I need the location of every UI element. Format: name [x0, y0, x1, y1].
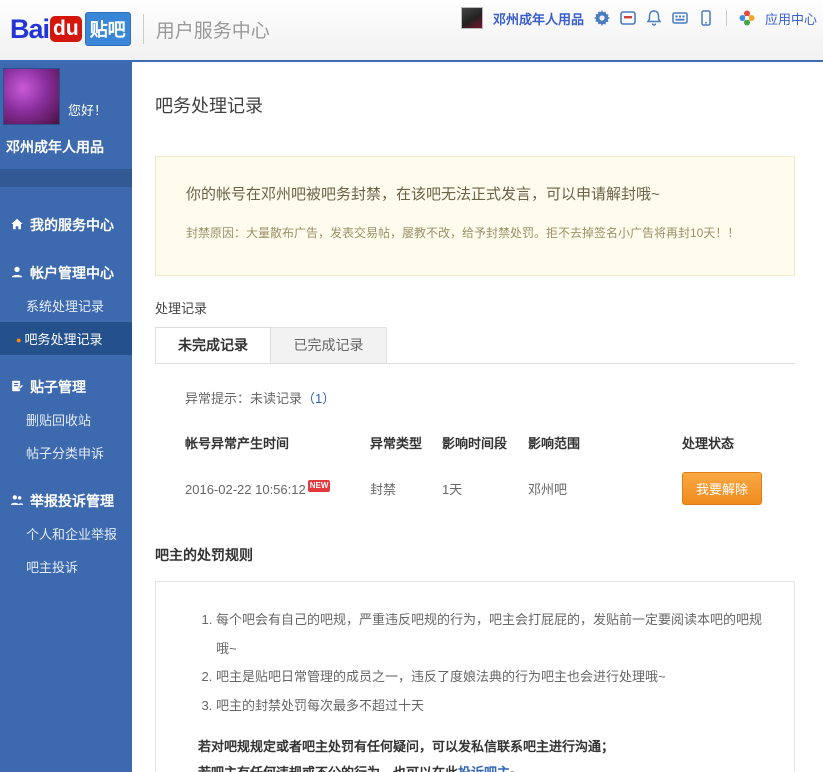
- report-icon: [10, 493, 24, 510]
- safe-icon[interactable]: [620, 10, 636, 26]
- sidebar-item-personal-enterprise-report[interactable]: 个人和企业举报: [0, 517, 132, 550]
- col-header-scope: 影响范围: [528, 436, 581, 451]
- unread-hint: 异常提示：未读记录（1）: [185, 388, 795, 407]
- ban-notice-detail: 封禁原因：大量散布广告，发表交易帖，屡教不改，给予封禁处罚。拒不去掉签名小广告将…: [186, 226, 740, 240]
- nav-group-posts: 贴子管理 删贴回收站 帖子分类申诉: [0, 371, 132, 469]
- record-time-cell: 2016-02-22 10:56:12 NEW: [185, 480, 370, 497]
- tieba-logo-badge: 贴吧: [84, 12, 131, 46]
- active-item-dot-icon: [16, 332, 21, 347]
- sidebar-item-report-management[interactable]: 举报投诉管理: [0, 485, 132, 517]
- rule-item: 每个吧会有自己的吧规，严重违反吧规的行为，吧主会打屁屁的，发贴前一定要阅读本吧的…: [216, 606, 768, 663]
- header-username-link[interactable]: 邓州成年人用品: [493, 9, 584, 28]
- logo-bai: Bai: [10, 13, 50, 44]
- greeting-text: 您好！: [68, 103, 108, 118]
- home-icon: [10, 217, 24, 234]
- unban-request-button[interactable]: 我要解除: [682, 472, 763, 505]
- tab-unfinished-records[interactable]: 未完成记录: [155, 327, 271, 363]
- gear-icon[interactable]: [593, 10, 610, 26]
- col-header-duration: 影响时间段: [442, 436, 508, 451]
- rule-item: 吧主的封禁处罚每次最多不超过十天: [216, 692, 768, 721]
- records-tabs: 未完成记录 已完成记录: [155, 327, 795, 364]
- unread-hint-label: 异常提示：未读记录: [185, 391, 303, 406]
- app-center-icon[interactable]: [739, 10, 755, 26]
- sidebar-item-deleted-post-recycle[interactable]: 删贴回收站: [0, 403, 132, 436]
- sidebar-item-post-category-appeal[interactable]: 帖子分类申诉: [0, 436, 132, 469]
- app-center-link[interactable]: 应用中心: [765, 9, 817, 28]
- keyboard-icon[interactable]: [672, 10, 688, 26]
- user-icon: [10, 265, 24, 282]
- rules-list: 每个吧会有自己的吧规，严重违反吧规的行为，吧主会打屁屁的，发贴前一定要阅读本吧的…: [170, 606, 768, 720]
- record-type-cell: 封禁: [370, 482, 397, 497]
- sidebar-item-post-management[interactable]: 贴子管理: [0, 371, 132, 403]
- sidebar-username: 邓州成年人用品: [6, 139, 104, 155]
- tab-finished-records[interactable]: 已完成记录: [271, 327, 387, 363]
- col-header-status: 处理状态: [682, 436, 735, 451]
- main-content: 吧务处理记录 你的帐号在邓州吧被吧务封禁，在该吧无法正式发言，可以申请解封哦~ …: [132, 62, 823, 772]
- new-badge: NEW: [307, 480, 331, 492]
- ban-notice-title: 你的帐号在邓州吧被吧务封禁，在该吧无法正式发言，可以申请解封哦~: [186, 186, 660, 203]
- ban-notice-box: 你的帐号在邓州吧被吧务封禁，在该吧无法正式发言，可以申请解封哦~ 封禁原因：大量…: [155, 156, 795, 276]
- rules-note-2-suffix: ~: [510, 765, 518, 772]
- sidebar-item-system-records[interactable]: 系统处理记录: [0, 289, 132, 322]
- profile-block: 您好！: [0, 62, 132, 125]
- post-icon: [10, 379, 24, 396]
- nav-label: 我的服务中心: [30, 217, 114, 233]
- nav-group-report: 举报投诉管理 个人和企业举报 吧主投诉: [0, 485, 132, 583]
- sidebar-nav: 我的服务中心 帐户管理中心 系统处理记录 吧务处理记录 贴子管理 删贴回收站 帖…: [0, 187, 132, 583]
- logo-divider: [142, 14, 144, 44]
- nav-label: 吧务处理记录: [24, 332, 103, 347]
- header-avatar[interactable]: [460, 7, 483, 29]
- record-time: 2016-02-22 10:56:12: [185, 482, 306, 497]
- nav-group-service-center: 我的服务中心: [0, 209, 132, 241]
- page-title: 吧务处理记录: [155, 96, 263, 116]
- records-panel: 异常提示：未读记录（1） 帐号异常产生时间 异常类型 影响时间段 影响范围 处理…: [155, 364, 795, 531]
- record-duration-cell: 1天: [442, 482, 463, 497]
- logo[interactable]: Bai du 贴吧 用户服务中心: [10, 12, 270, 46]
- sidebar-item-bar-admin-records[interactable]: 吧务处理记录: [0, 322, 132, 355]
- sidebar-divider-band: [0, 169, 132, 187]
- sidebar: 您好！ 邓州成年人用品 我的服务中心 帐户管理中心 系统处理记录 吧务处理记录 …: [0, 62, 132, 772]
- sidebar-item-account-management[interactable]: 帐户管理中心: [0, 257, 132, 289]
- records-table: 帐号异常产生时间 异常类型 影响时间段 影响范围 处理状态 2016-02-22…: [185, 433, 795, 505]
- rules-note-2: 若吧主有任何违规或不公的行为，也可以在此投诉吧主~: [198, 762, 768, 772]
- nav-label: 帐户管理中心: [30, 265, 114, 281]
- col-header-time: 帐号异常产生时间: [185, 436, 290, 451]
- mobile-icon[interactable]: [698, 10, 714, 26]
- nav-label: 举报投诉管理: [30, 493, 114, 509]
- sidebar-item-my-service-center[interactable]: 我的服务中心: [0, 209, 132, 241]
- site-title: 用户服务中心: [155, 20, 270, 42]
- bell-icon[interactable]: [646, 10, 662, 26]
- unread-count-link[interactable]: （1）: [302, 391, 335, 406]
- top-header: Bai du 贴吧 用户服务中心 邓州成年人用品 应用中心: [0, 0, 823, 62]
- nav-label: 贴子管理: [30, 379, 86, 395]
- sidebar-item-bar-owner-complaint[interactable]: 吧主投诉: [0, 550, 132, 583]
- rule-item: 吧主是贴吧日常管理的成员之一，违反了度娘法典的行为吧主也会进行处理哦~: [216, 663, 768, 692]
- header-separator: [725, 10, 727, 26]
- records-section-label: 处理记录: [155, 301, 208, 316]
- header-user-area: 邓州成年人用品 应用中心: [460, 6, 817, 30]
- logo-du: du: [50, 16, 82, 42]
- rules-note-1: 若对吧规规定或者吧主处罚有任何疑问，可以发私信联系吧主进行沟通；: [198, 739, 615, 755]
- rules-box: 每个吧会有自己的吧规，严重违反吧规的行为，吧主会打屁屁的，发贴前一定要阅读本吧的…: [155, 581, 795, 772]
- col-header-type: 异常类型: [370, 436, 423, 451]
- complain-bar-owner-link[interactable]: 投诉吧主: [458, 765, 510, 772]
- nav-group-account: 帐户管理中心 系统处理记录 吧务处理记录: [0, 257, 132, 355]
- rules-note-2-text: 若吧主有任何违规或不公的行为，也可以在此: [198, 765, 458, 772]
- record-action-cell: 我要解除: [682, 472, 795, 505]
- record-scope-cell: 邓州吧: [528, 482, 568, 497]
- user-avatar[interactable]: [3, 68, 60, 125]
- rules-heading: 吧主的处罚规则: [155, 547, 253, 563]
